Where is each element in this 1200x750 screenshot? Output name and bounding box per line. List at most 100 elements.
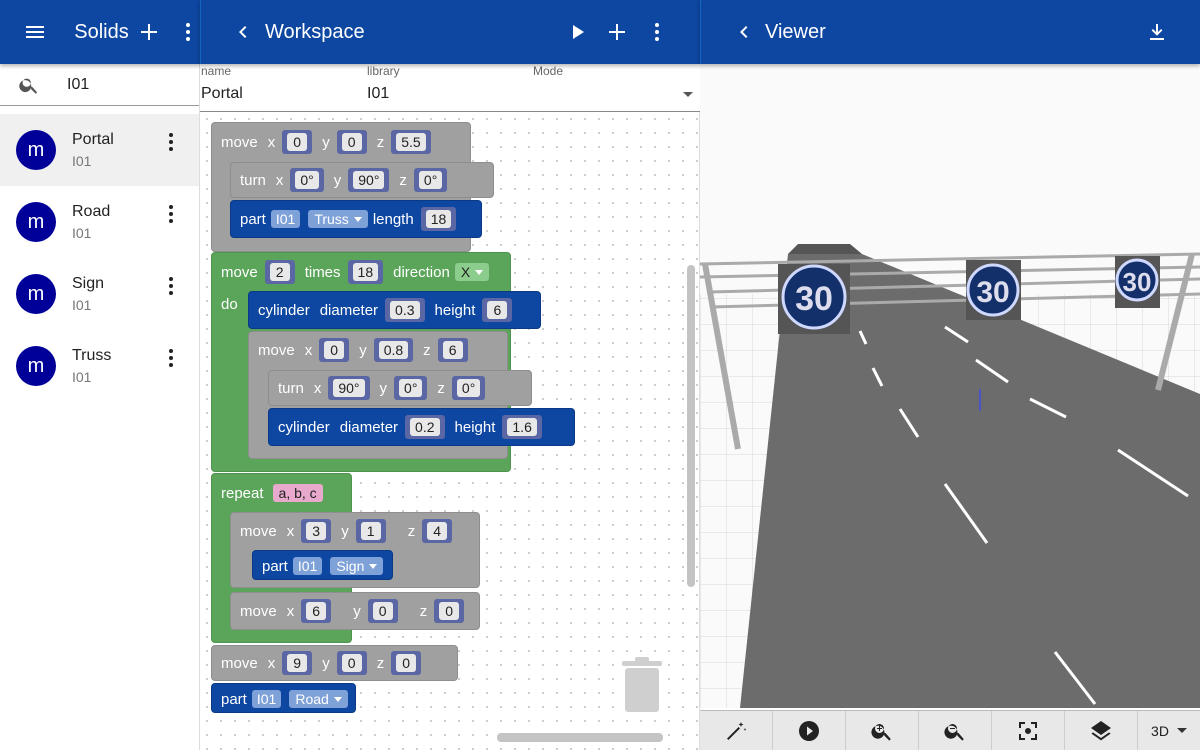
add-solid-icon[interactable]: [130, 12, 168, 52]
more-vert-icon[interactable]: [159, 274, 183, 303]
block-part[interactable]: part I01 Truss length 18: [230, 200, 482, 238]
trash-icon[interactable]: [620, 656, 664, 719]
more-vert-icon[interactable]: [176, 12, 200, 52]
block-move[interactable]: move x 6 y 0 z 0: [230, 592, 480, 630]
block-label: y: [341, 522, 349, 540]
part-dropdown[interactable]: Sign: [330, 557, 384, 575]
value-input[interactable]: 0.2: [410, 418, 440, 436]
solid-fields: name Portal library I01 Mode: [200, 64, 700, 112]
value-input[interactable]: 0: [372, 602, 393, 620]
more-vert-icon[interactable]: [159, 130, 183, 159]
block-label: x: [286, 522, 295, 540]
block-label: x: [275, 171, 284, 189]
vertical-scrollbar[interactable]: [687, 265, 695, 587]
value-input[interactable]: 0.3: [390, 301, 420, 319]
more-vert-icon[interactable]: [159, 202, 183, 231]
direction-dropdown[interactable]: X: [454, 263, 490, 281]
value-input[interactable]: 6: [487, 301, 508, 319]
value-input[interactable]: 90°: [353, 171, 385, 189]
name-label: name: [201, 64, 232, 78]
layers-icon[interactable]: [1065, 711, 1138, 750]
value-input[interactable]: 4: [427, 522, 448, 540]
block-cylinder[interactable]: cylinder diameter 0.2 height 1.6: [268, 408, 575, 446]
download-icon[interactable]: [1137, 12, 1177, 52]
value-input[interactable]: 0: [287, 133, 308, 151]
3d-viewer[interactable]: 30 30 30: [700, 64, 1200, 708]
block-keyword: cylinder: [278, 418, 330, 436]
block-keyword: turn: [240, 171, 266, 189]
value-input[interactable]: 90°: [333, 379, 365, 397]
magic-wand-icon[interactable]: [700, 711, 773, 750]
block-part[interactable]: part I01 Sign: [252, 550, 393, 580]
zoom-in-icon[interactable]: [846, 711, 919, 750]
block-label: diameter: [339, 418, 399, 436]
value-input[interactable]: 0: [439, 602, 460, 620]
variable-field[interactable]: a, b, c: [272, 484, 323, 502]
fit-view-icon[interactable]: [992, 711, 1065, 750]
play-circle-icon[interactable]: [773, 711, 846, 750]
more-vert-icon[interactable]: [159, 346, 183, 375]
chevron-down-icon: [683, 92, 693, 97]
chevron-down-icon: [353, 216, 362, 222]
value-input[interactable]: 18: [425, 210, 452, 228]
block-keyword: move: [240, 522, 277, 540]
block-turn[interactable]: turn x 90° y 0° z 0°: [268, 370, 532, 406]
value-input[interactable]: 1.6: [507, 418, 537, 436]
block-label: x: [267, 133, 276, 151]
block-label: y: [379, 379, 388, 397]
library-tag: I01: [292, 557, 323, 575]
search-icon: [0, 74, 56, 96]
value-input[interactable]: 0: [341, 654, 362, 672]
value-input[interactable]: 0°: [418, 171, 443, 189]
viewer-toolbar: 3D: [700, 710, 1200, 750]
value-input[interactable]: 0: [341, 133, 362, 151]
value-input[interactable]: 0: [396, 654, 417, 672]
block-label: z: [376, 654, 385, 672]
block-move[interactable]: move x 9 y 0 z 0: [211, 645, 458, 681]
mode-select[interactable]: Mode: [533, 64, 697, 112]
workspace-title: Workspace: [265, 20, 365, 43]
chevron-down-icon: [1176, 728, 1187, 733]
value-input[interactable]: 18: [352, 263, 379, 281]
list-item[interactable]: m Portal I01: [0, 114, 199, 186]
more-vert-icon[interactable]: [637, 12, 677, 52]
blockly-workspace[interactable]: move x 0 y 0 z 5.5 turn x 0° y 90° z 0° part I01 Truss…: [200, 112, 700, 750]
value-input[interactable]: 0: [324, 341, 345, 359]
value-input[interactable]: 3: [306, 522, 327, 540]
horizontal-scrollbar[interactable]: [497, 733, 663, 742]
block-label: z: [423, 341, 431, 359]
library-field[interactable]: library I01: [367, 64, 400, 103]
block-label: x: [267, 654, 276, 672]
back-chevron-icon[interactable]: [223, 12, 263, 52]
view-mode-select[interactable]: 3D: [1138, 711, 1200, 750]
run-play-icon[interactable]: [557, 12, 597, 52]
block-keyword: move: [221, 133, 258, 151]
list-item[interactable]: m Road I01: [0, 186, 199, 258]
mode-label: Mode: [533, 64, 564, 78]
value-input[interactable]: 6: [442, 341, 463, 359]
value-input[interactable]: 0°: [295, 171, 319, 189]
value-input[interactable]: 2: [269, 263, 290, 281]
value-input[interactable]: 5.5: [396, 133, 426, 151]
block-cylinder[interactable]: cylinder diameter 0.3 height 6: [248, 291, 541, 329]
value-input[interactable]: 1: [360, 522, 381, 540]
part-dropdown[interactable]: Road: [289, 690, 348, 708]
list-item[interactable]: m Truss I01: [0, 330, 199, 402]
list-item[interactable]: m Sign I01: [0, 258, 199, 330]
back-chevron-icon[interactable]: [724, 12, 764, 52]
block-label: length: [372, 210, 414, 228]
name-field[interactable]: name Portal: [201, 64, 243, 103]
block-label: y: [322, 133, 330, 151]
value-input[interactable]: 9: [287, 654, 308, 672]
value-input[interactable]: 0°: [399, 379, 423, 397]
menu-icon[interactable]: [16, 12, 54, 52]
block-turn[interactable]: turn x 0° y 90° z 0°: [230, 162, 494, 198]
zoom-out-icon[interactable]: [919, 711, 992, 750]
value-input[interactable]: 0°: [456, 379, 481, 397]
value-input[interactable]: 6: [306, 602, 327, 620]
block-part[interactable]: part I01 Road: [211, 683, 356, 713]
value-input[interactable]: 0.8: [378, 341, 409, 359]
add-block-icon[interactable]: [597, 12, 637, 52]
search-input[interactable]: [67, 75, 187, 94]
part-dropdown[interactable]: Truss: [308, 210, 368, 228]
